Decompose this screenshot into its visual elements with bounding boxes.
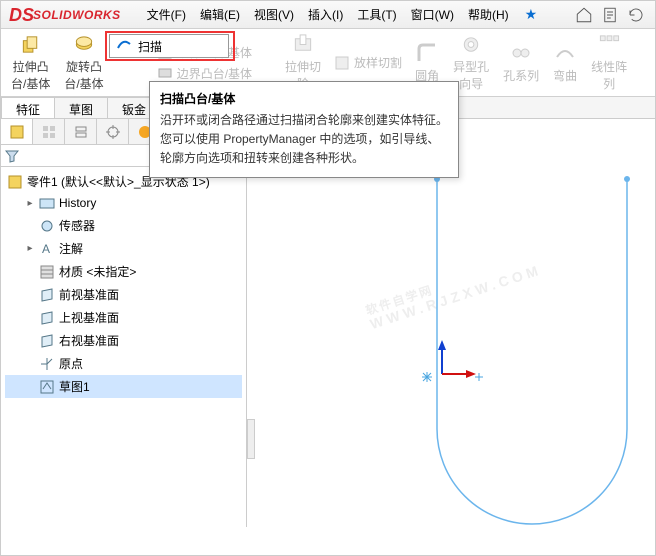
- material-icon: [39, 264, 55, 280]
- panel-tab-config[interactable]: [65, 119, 97, 144]
- revolve-boss-button[interactable]: 旋转凸 台/基体: [62, 31, 105, 94]
- extrude-icon: [19, 33, 43, 56]
- endpoint-icon[interactable]: [624, 176, 630, 182]
- revolve-icon: [72, 33, 96, 56]
- logo-text: SOLIDWORKS: [33, 8, 121, 22]
- plane-icon: [39, 333, 55, 349]
- tree-top-plane[interactable]: 上视基准面: [5, 306, 242, 329]
- title-quick-icons: [575, 6, 655, 24]
- loft-cut-button: 放样切割: [333, 53, 403, 72]
- loft-cut-icon: [334, 55, 350, 71]
- feature-tree: 零件1 (默认<<默认>_显示状态 1>) ▸History 传感器 ▸A注解 …: [1, 167, 246, 527]
- config-icon: [73, 124, 89, 140]
- plane-icon: [39, 287, 55, 303]
- sketch-icon: [39, 379, 55, 395]
- tooltip-title: 扫描凸台/基体: [160, 90, 448, 107]
- bend-button: 弯曲: [551, 31, 579, 94]
- tree-sketch1[interactable]: 草图1: [5, 375, 242, 398]
- tooltip-body: 沿开环或闭合路径通过扫描闭合轮廓来创建实体特征。您可以使用 PropertyMa…: [160, 111, 448, 169]
- grid-icon: [41, 124, 57, 140]
- expander-icon[interactable]: ▸: [25, 198, 35, 209]
- part-icon: [7, 174, 23, 190]
- extrude-cut-icon: [291, 33, 315, 56]
- tree-right-plane[interactable]: 右视基准面: [5, 329, 242, 352]
- menu-help[interactable]: 帮助(H): [462, 2, 515, 27]
- refresh-icon[interactable]: [627, 6, 645, 24]
- center-point-icon: [475, 373, 483, 381]
- origin-icon: [39, 356, 55, 372]
- filter-icon[interactable]: [5, 149, 19, 163]
- tree-material[interactable]: 材质 <未指定>: [5, 260, 242, 283]
- extrude-boss-button[interactable]: 拉伸凸 台/基体: [9, 31, 52, 94]
- sketch-geometry: [247, 119, 656, 529]
- fillet-icon: [415, 41, 439, 65]
- plane-icon: [39, 310, 55, 326]
- boundary-icon: [157, 65, 173, 81]
- tree-annotations[interactable]: ▸A注解: [5, 237, 242, 260]
- app-logo: DS SOLIDWORKS: [1, 5, 129, 25]
- revolve-label: 旋转凸 台/基体: [64, 58, 103, 92]
- tree-front-plane[interactable]: 前视基准面: [5, 283, 242, 306]
- menu-pin-icon[interactable]: ★: [517, 2, 546, 27]
- svg-text:A: A: [42, 242, 50, 256]
- panel-tab-feature-tree[interactable]: [1, 119, 33, 144]
- highlight-sweep: [105, 31, 235, 61]
- menu-tools[interactable]: 工具(T): [351, 2, 402, 27]
- menu-view[interactable]: 视图(V): [248, 2, 300, 27]
- menu-edit[interactable]: 编辑(E): [194, 2, 246, 27]
- annotation-icon: A: [39, 241, 55, 257]
- boundary-button[interactable]: 边界凸台/基体: [156, 64, 253, 83]
- expander-icon[interactable]: ▸: [25, 243, 35, 254]
- target-icon: [105, 124, 121, 140]
- tree-origin[interactable]: 原点: [5, 352, 242, 375]
- view-ruler[interactable]: [247, 419, 255, 459]
- menu-window[interactable]: 窗口(W): [405, 2, 460, 27]
- tooltip: 扫描凸台/基体 沿开环或闭合路径通过扫描闭合轮廓来创建实体特征。您可以使用 Pr…: [149, 81, 459, 178]
- hole-series-icon: [509, 41, 533, 65]
- graphics-area[interactable]: 软件自学网 WWW.RJZXW.COM: [247, 119, 655, 527]
- pattern-icon: [597, 33, 621, 56]
- pattern-button: 线性阵 列: [589, 31, 629, 94]
- bend-icon: [553, 41, 577, 65]
- title-bar: DS SOLIDWORKS 文件(F) 编辑(E) 视图(V) 插入(I) 工具…: [1, 1, 655, 29]
- extrude-label: 拉伸凸 台/基体: [11, 58, 50, 92]
- tab-sketch[interactable]: 草图: [54, 97, 108, 118]
- panel-tab-dimxpert[interactable]: [97, 119, 129, 144]
- hole-series-button: 孔系列: [501, 31, 541, 94]
- tab-feature[interactable]: 特征: [1, 97, 55, 118]
- menu-file[interactable]: 文件(F): [141, 2, 192, 27]
- tree-icon: [9, 124, 25, 140]
- folder-icon: [39, 195, 55, 211]
- menu-insert[interactable]: 插入(I): [302, 2, 349, 27]
- hole-icon: [459, 33, 483, 56]
- logo-icon: DS: [9, 5, 29, 25]
- workspace: 零件1 (默认<<默认>_显示状态 1>) ▸History 传感器 ▸A注解 …: [1, 119, 655, 527]
- doc-icon[interactable]: [601, 6, 619, 24]
- sketch-origin-marker: [422, 372, 432, 382]
- feature-manager-panel: 零件1 (默认<<默认>_显示状态 1>) ▸History 传感器 ▸A注解 …: [1, 119, 247, 527]
- sensor-icon: [39, 218, 55, 234]
- home-icon[interactable]: [575, 6, 593, 24]
- panel-tab-property[interactable]: [33, 119, 65, 144]
- tree-sensors[interactable]: 传感器: [5, 214, 242, 237]
- sketch-origin-triad: [438, 340, 476, 378]
- menu-bar: 文件(F) 编辑(E) 视图(V) 插入(I) 工具(T) 窗口(W) 帮助(H…: [141, 2, 546, 27]
- tree-history[interactable]: ▸History: [5, 192, 242, 214]
